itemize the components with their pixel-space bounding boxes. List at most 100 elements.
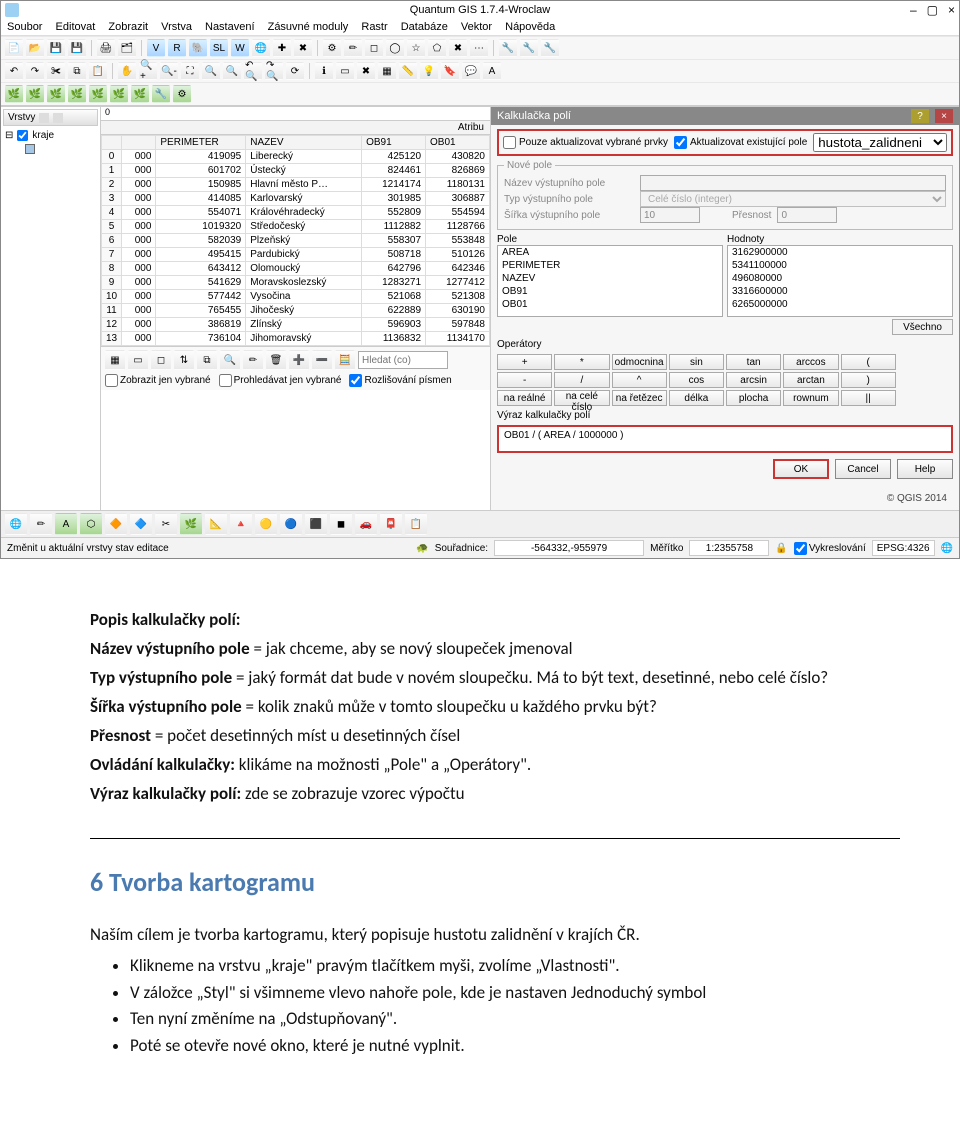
list-item[interactable]: 5341100000 [728,259,952,272]
srs-field[interactable]: EPSG:4326 [872,540,935,556]
tool-a-icon[interactable]: 🔧 [499,39,517,57]
ed-icon-5[interactable]: 📐 [205,513,227,535]
grass-icon8[interactable]: 🔧 [152,85,170,103]
grass-icon5[interactable]: 🌿 [89,85,107,103]
coord-value[interactable]: -564332,-955979 [494,540,644,556]
menu-editovat[interactable]: Editovat [56,21,96,33]
menu-zasuvne[interactable]: Zásuvné moduly [268,21,349,33]
add-wms-icon[interactable]: W [231,39,249,57]
label-node-icon[interactable]: A [55,513,77,535]
expression-textarea[interactable]: OB01 / ( AREA / 1000000 ) [497,425,953,453]
add-pg-icon[interactable]: 🐘 [189,39,207,57]
layer-item-kraje[interactable]: ⊟ kraje [3,128,98,143]
ok-button[interactable]: OK [773,459,829,479]
th-perimeter[interactable]: PERIMETER [156,136,246,150]
zoom-full-icon[interactable]: ⛶ [181,62,199,80]
th-ob01[interactable]: OB01 [426,136,490,150]
zoom-next-icon[interactable]: ↷🔍 [265,62,283,80]
props-icon[interactable]: ⋯ [470,39,488,57]
zoom-layer-icon[interactable]: 🔍 [223,62,241,80]
ed-icon-4[interactable]: 🌿 [180,513,202,535]
op-cos[interactable]: cos [669,372,724,388]
grass-icon6[interactable]: 🌿 [110,85,128,103]
render-checkbox[interactable]: Vykreslování [794,542,866,555]
menu-vrstva[interactable]: Vrstva [161,21,192,33]
ed-icon-1[interactable]: 🔶 [105,513,127,535]
op-div[interactable]: / [554,372,609,388]
existing-field-select[interactable]: hustota_zalidneni [813,133,947,152]
attr-newcol-icon[interactable]: ➕ [289,350,309,370]
chk-case[interactable]: Rozlišování písmen [349,374,451,387]
tool-c-icon[interactable]: 🔧 [541,39,559,57]
op-length[interactable]: délka [669,390,724,406]
layers-mini-icon[interactable] [39,113,49,123]
update-existing-check[interactable]: Aktualizovat existující pole [674,136,807,149]
dialog-close-icon[interactable]: × [935,109,953,123]
zoom-out-icon[interactable]: 🔍- [160,62,178,80]
ed-icon-7[interactable]: 🟡 [255,513,277,535]
layer-visible-checkbox[interactable] [17,130,28,141]
identify-icon[interactable]: ℹ [315,62,333,80]
attr-search-input[interactable] [358,351,448,369]
chk-show-selected[interactable]: Zobrazit jen vybrané [105,374,211,387]
menu-soubor[interactable]: Soubor [7,21,42,33]
ed-icon-2[interactable]: 🔷 [130,513,152,535]
shape2-icon[interactable]: ◯ [386,39,404,57]
op-mult[interactable]: * [554,354,609,370]
label-icon[interactable]: A [483,62,501,80]
grass-icon7[interactable]: 🌿 [131,85,149,103]
add-vector-icon[interactable]: V [147,39,165,57]
ed-icon-6[interactable]: 🔺 [230,513,252,535]
table-row[interactable]: 4000554071Královéhradecký552809554594 [102,206,490,220]
add-sl-icon[interactable]: SL [210,39,228,57]
only-selected-check[interactable]: Pouze aktualizovat vybrané prvky [503,136,668,149]
scale-value[interactable]: 1:2355758 [689,540,769,556]
ed-icon-8[interactable]: 🔵 [280,513,302,535]
bookmark-icon[interactable]: 🔖 [441,62,459,80]
shape4-icon[interactable]: ⬠ [428,39,446,57]
table-row[interactable]: 3000414085Karlovarský301985306887 [102,192,490,206]
window-maximize[interactable]: ▢ [927,3,938,17]
refresh-icon[interactable]: ⟳ [286,62,304,80]
remove-layer-icon[interactable]: ✖ [294,39,312,57]
tips-icon[interactable]: 💡 [420,62,438,80]
window-minimize[interactable]: – [910,3,917,17]
copy-icon[interactable]: ⧉ [68,62,86,80]
ed-icon-13[interactable]: 📋 [405,513,427,535]
manage-icon[interactable]: ⚙ [323,39,341,57]
attr-invert-icon[interactable]: ⇅ [174,350,194,370]
table-row[interactable]: 2000150985Hlavní město P…12141741180131 [102,178,490,192]
deselect-icon[interactable]: ✖ [357,62,375,80]
all-values-button[interactable]: Všechno [892,319,953,335]
grass-icon1[interactable]: 🌿 [5,85,23,103]
th-ob91[interactable]: OB91 [362,136,426,150]
table-row[interactable]: 1000601702Ústecký824461826869 [102,164,490,178]
op-concat[interactable]: || [841,390,896,406]
table-row[interactable]: 0000419095Liberecký425120430820 [102,150,490,164]
select-icon[interactable]: ▭ [336,62,354,80]
digitize-icon[interactable]: ✏ [344,39,362,57]
th-idx[interactable] [102,136,122,150]
cut-icon[interactable]: ✀ [47,62,65,80]
list-item[interactable]: OB91 [498,285,722,298]
zoom-sel-icon[interactable]: 🔍 [202,62,220,80]
op-tostr[interactable]: na řetězec [612,390,667,406]
attr-copy-icon[interactable]: ⧉ [197,350,217,370]
cancel-button[interactable]: Cancel [835,459,891,479]
op-sqrt[interactable]: odmocnina [612,354,667,370]
save-project-icon[interactable]: 💾 [47,39,65,57]
op-lparen[interactable]: ( [841,354,896,370]
menu-rastr[interactable]: Rastr [361,21,387,33]
edit-toggle-icon[interactable]: ✏ [30,513,52,535]
list-item[interactable]: 3316600000 [728,285,952,298]
op-tan[interactable]: tan [726,354,781,370]
table-row[interactable]: 12000386819Zlínský596903597848 [102,318,490,332]
attr-select-icon[interactable]: ▭ [128,350,148,370]
attribute-table[interactable]: PERIMETER NAZEV OB91 OB01 0000419095Libe… [101,135,490,346]
table-row[interactable]: 11000765455Jihočeský622889630190 [102,304,490,318]
list-item[interactable]: 6265000000 [728,298,952,311]
list-item[interactable]: OB01 [498,298,722,311]
op-arctan[interactable]: arctan [783,372,838,388]
attr-desel-icon[interactable]: ◻ [151,350,171,370]
attr-filter-icon[interactable]: ▦ [105,350,125,370]
